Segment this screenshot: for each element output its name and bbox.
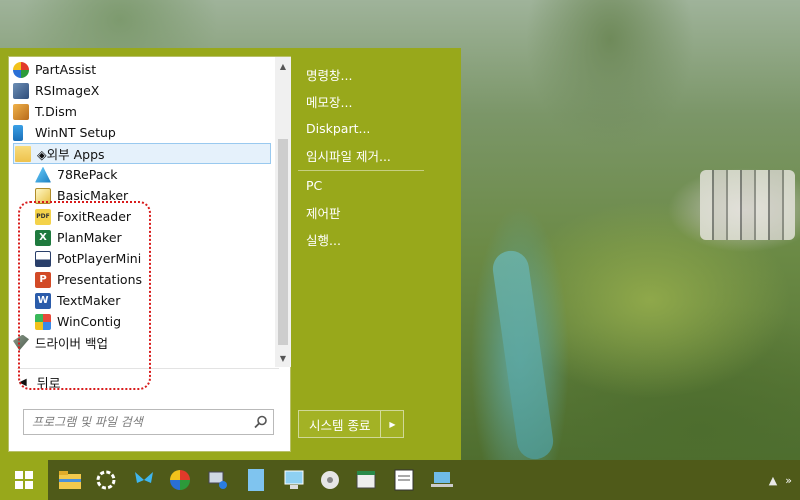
wincontig-icon [35, 313, 51, 330]
start-menu-left-pane: PartAssist RSImageX T.Dism WinNT Setup ◈… [8, 56, 291, 452]
disc-icon[interactable] [318, 468, 342, 492]
menu-item-command-prompt[interactable]: 명령창... [306, 64, 352, 84]
rsimagex-icon [13, 82, 29, 99]
butterfly-app-icon[interactable] [132, 468, 156, 492]
app-label: PotPlayerMini [57, 251, 142, 266]
settings-icon[interactable] [94, 468, 118, 492]
menu-item-pc[interactable]: PC [306, 175, 322, 195]
app-label: T.Dism [35, 104, 77, 119]
app-label: TextMaker [57, 293, 121, 308]
list-item-foxitreader[interactable]: PDF FoxitReader [35, 206, 271, 227]
notepad-icon[interactable] [392, 468, 416, 492]
menu-item-temp-cleanup[interactable]: 임시파일 제거... [306, 145, 391, 165]
back-label: 뒤로 [36, 376, 61, 392]
app-label: FoxitReader [57, 209, 132, 224]
search-box[interactable] [23, 409, 274, 435]
list-item-driver-backup[interactable]: 드라이버 백업 [13, 332, 271, 353]
list-item-78repack[interactable]: 78RePack [35, 164, 271, 185]
potplayer-icon [35, 250, 51, 267]
partassist-icon [13, 61, 29, 78]
archive-icon[interactable] [354, 468, 378, 492]
start-menu: PartAssist RSImageX T.Dism WinNT Setup ◈… [0, 48, 461, 460]
app-list: PartAssist RSImageX T.Dism WinNT Setup ◈… [9, 57, 275, 367]
app-label: ◈외부 Apps [37, 147, 105, 162]
shutdown-options-arrow-icon[interactable]: ▶ [381, 411, 404, 437]
list-item-potplayermini[interactable]: PotPlayerMini [35, 248, 271, 269]
app-list-scrollbar[interactable]: ▲ ▼ [275, 57, 291, 367]
scroll-down-arrow-icon[interactable]: ▼ [275, 351, 291, 365]
partassist-icon[interactable] [168, 468, 192, 492]
winnt-setup-icon [13, 124, 23, 141]
list-item-wincontig[interactable]: WinContig [35, 311, 271, 332]
menu-item-control-panel[interactable]: 제어판 [306, 202, 341, 222]
app-label: PlanMaker [57, 230, 122, 245]
list-item-textmaker[interactable]: W TextMaker [35, 290, 271, 311]
basicmaker-icon [35, 187, 51, 204]
78repack-icon [35, 166, 51, 183]
app-label: PartAssist [35, 62, 97, 77]
warning-icon[interactable]: ▲ [769, 474, 777, 487]
network-icon[interactable] [206, 468, 230, 492]
system-tray: ▲ » [769, 460, 792, 500]
computer-icon[interactable] [282, 468, 306, 492]
menu-item-diskpart[interactable]: Diskpart... [306, 118, 370, 138]
shutdown-group: 시스템 종료 ▶ [298, 410, 405, 438]
planmaker-icon: X [35, 229, 51, 246]
start-menu-right-pane: 명령창... 메모장... Diskpart... 임시파일 제거... PC … [298, 48, 461, 460]
tdism-icon [13, 103, 29, 120]
textmaker-icon: W [35, 292, 51, 309]
right-menu-separator [298, 170, 424, 171]
app-label: RSImageX [35, 83, 100, 98]
list-item-presentations[interactable]: P Presentations [35, 269, 271, 290]
list-item-external-apps-folder[interactable]: ◈외부 Apps [13, 143, 271, 164]
list-item-planmaker[interactable]: X PlanMaker [35, 227, 271, 248]
list-item-basicmaker[interactable]: BasicMaker [35, 185, 271, 206]
file-explorer-icon[interactable] [58, 468, 82, 492]
back-button[interactable]: ◀ 뒤로 [19, 371, 219, 393]
app-label: WinContig [57, 314, 122, 329]
folder-icon [15, 145, 31, 162]
list-divider [17, 368, 279, 369]
app-label: 78RePack [57, 167, 118, 182]
list-item-winnt-setup[interactable]: WinNT Setup [13, 122, 271, 143]
chevron-right-icon[interactable]: » [785, 474, 792, 487]
app-label: Presentations [57, 272, 143, 287]
app-label: BasicMaker [57, 188, 129, 203]
laptop-icon[interactable] [430, 468, 454, 492]
list-item-tdism[interactable]: T.Dism [13, 101, 271, 122]
document-icon[interactable] [244, 468, 268, 492]
app-label: WinNT Setup [35, 125, 116, 140]
scroll-up-arrow-icon[interactable]: ▲ [275, 59, 291, 73]
windows-start-icon[interactable] [0, 460, 48, 500]
list-item-partassist[interactable]: PartAssist [13, 59, 271, 80]
search-input[interactable] [24, 410, 249, 434]
wallpaper-village [700, 170, 795, 240]
taskbar: ▲ » [0, 460, 800, 500]
search-icon[interactable] [249, 410, 273, 434]
pdf-icon: PDF [35, 208, 51, 225]
scroll-thumb[interactable] [278, 139, 288, 345]
list-item-rsimagex[interactable]: RSImageX [13, 80, 271, 101]
presentations-icon: P [35, 271, 51, 288]
menu-item-notepad[interactable]: 메모장... [306, 91, 352, 111]
back-arrow-icon: ◀ [19, 376, 27, 388]
app-label: 드라이버 백업 [35, 336, 108, 351]
shutdown-button[interactable]: 시스템 종료 [299, 411, 382, 437]
driver-backup-icon [13, 334, 29, 351]
menu-item-run[interactable]: 실행... [306, 229, 341, 249]
